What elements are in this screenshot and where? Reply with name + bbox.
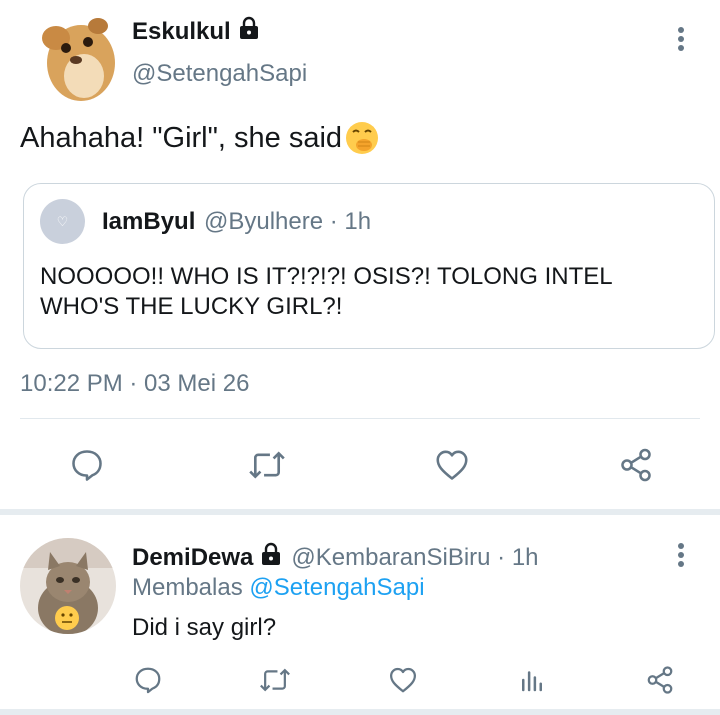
heart-icon: ♡ — [56, 214, 69, 229]
tweet-text-row: Ahahaha! "Girl", she said — [20, 120, 380, 156]
reply-like-button[interactable] — [383, 660, 423, 700]
analytics-icon — [522, 671, 542, 692]
reply-retweet-button[interactable] — [255, 660, 295, 700]
divider — [20, 418, 700, 419]
face-with-hand-over-mouth-icon — [344, 120, 380, 156]
author-name-row[interactable]: Eskulkul — [132, 16, 261, 47]
quoted-author-avatar[interactable]: ♡ — [40, 199, 85, 244]
reply-share-button[interactable] — [640, 660, 680, 700]
bottom-separator — [0, 709, 720, 715]
reply-analytics-button[interactable] — [512, 660, 552, 700]
tweet-timestamp: 10:22 PM · 03 Mei 26 — [20, 370, 250, 397]
like-icon — [390, 667, 416, 693]
share-icon — [621, 448, 651, 482]
reply-author-row[interactable]: DemiDewa @KembaranSiBiru · 1h — [132, 542, 539, 573]
retweet-icon — [249, 451, 285, 479]
author-handle[interactable]: @SetengahSapi — [132, 60, 307, 88]
retweet-button[interactable] — [247, 445, 287, 485]
more-options-icon[interactable] — [668, 24, 694, 54]
author-name: Eskulkul — [132, 17, 231, 45]
replying-to: Membalas @SetengahSapi — [132, 574, 425, 602]
reply-author-handle: @KembaranSiBiru · 1h — [291, 543, 539, 571]
section-separator — [0, 509, 720, 515]
reply-button[interactable] — [67, 445, 107, 485]
share-icon — [647, 666, 673, 694]
reply-author-avatar[interactable] — [20, 538, 116, 634]
replying-to-prefix: Membalas — [132, 574, 243, 601]
reply-icon — [135, 667, 161, 694]
reply-text: Did i say girl? — [132, 614, 277, 641]
reply-icon — [72, 450, 102, 481]
reply-reply-button[interactable] — [128, 660, 168, 700]
reply-author-name: DemiDewa — [132, 543, 254, 571]
lock-icon — [237, 16, 261, 47]
retweet-icon — [260, 668, 290, 692]
quoted-author-handle: @Byulhere · 1h — [204, 208, 372, 235]
quoted-text: NOOOOO!! WHO IS IT?!?!?! OSIS?! TOLONG I… — [40, 263, 612, 320]
tweet-text: Ahahaha! "Girl", she said — [20, 121, 343, 154]
author-avatar[interactable] — [36, 8, 118, 104]
quoted-author-name: IamByul — [102, 208, 196, 235]
share-button[interactable] — [616, 445, 656, 485]
lock-icon — [259, 542, 283, 573]
replying-to-mention[interactable]: @SetengahSapi — [249, 574, 424, 601]
like-button[interactable] — [432, 445, 472, 485]
like-icon — [436, 450, 468, 480]
reply-more-options-icon[interactable] — [668, 540, 694, 570]
quoted-tweet[interactable]: ♡ IamByul @Byulhere · 1h NOOOOO!! WHO IS… — [23, 183, 715, 349]
